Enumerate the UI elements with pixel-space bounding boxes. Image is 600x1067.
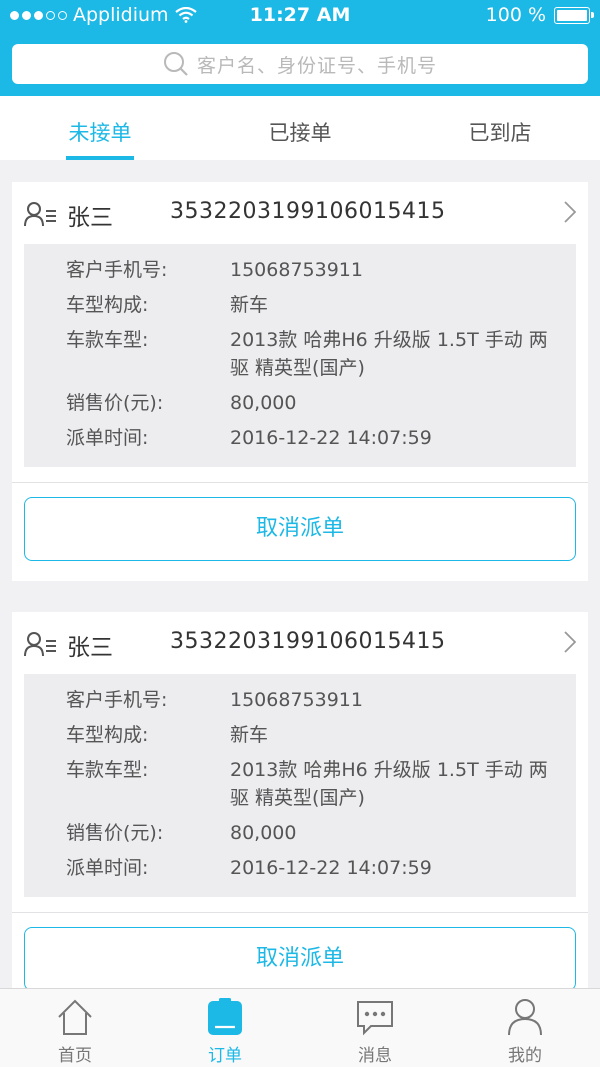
tab-label: 已接单 — [268, 121, 332, 145]
tabbar-item-messages[interactable]: 消息 — [300, 989, 450, 1067]
detail-value: 80,000 — [230, 822, 297, 844]
tab-arrived[interactable]: 已到店 — [400, 96, 600, 160]
id-number: 353220319910601541​5 — [170, 629, 446, 654]
bottom-tab-bar: 首页 订单 消息 我的 — [0, 988, 600, 1067]
divider — [12, 467, 588, 483]
detail-value: 2013款 哈弗H6 升级版 1.5T 手动 两驱 精英型(国产) — [230, 329, 548, 379]
detail-label: 销售价(元): — [66, 392, 164, 414]
order-card: 张三 353220319910601541​5 客户手机号: 1506875391… — [12, 612, 588, 1011]
tab-label: 未接单 — [68, 121, 132, 145]
cancel-dispatch-button[interactable]: 取消派单 — [24, 497, 576, 561]
detail-label: 客户手机号: — [66, 259, 168, 281]
detail-row: 客户手机号: 15068753911 — [24, 256, 576, 284]
tab-label: 已到店 — [468, 121, 532, 145]
user-list-icon — [24, 632, 56, 657]
message-icon — [357, 1001, 393, 1036]
home-icon — [58, 999, 92, 1035]
order-icon — [208, 998, 242, 1035]
chevron-right-icon[interactable] — [564, 201, 576, 223]
detail-value: 2016-12-22 14:07:59 — [230, 427, 432, 449]
detail-value: 15068753911 — [230, 689, 363, 711]
chevron-right-icon[interactable] — [564, 631, 576, 653]
tabbar-item-profile[interactable]: 我的 — [450, 989, 600, 1067]
detail-row: 销售价(元): 80,000 — [24, 389, 576, 417]
status-bar: Applidium 11:27 AM 100 % — [0, 0, 600, 32]
search-icon — [163, 52, 188, 76]
customer-name: 张三 — [67, 635, 113, 661]
detail-row: 车款车型: 2013款 哈弗H6 升级版 1.5T 手动 两驱 精英型(国产) — [24, 326, 576, 382]
id-number: 353220319910601541​5 — [170, 199, 446, 224]
order-details: 客户手机号: 15068753911 车型构成: 新车 车款车型: 2013款 哈弗H… — [24, 674, 576, 897]
active-tab-indicator — [66, 156, 134, 160]
detail-label: 客户手机号: — [66, 689, 168, 711]
detail-row: 派单时间: 2016-12-22 14:07:59 — [24, 424, 576, 452]
tab-accepted[interactable]: 已接单 — [200, 96, 400, 160]
detail-label: 车型构成: — [66, 724, 149, 746]
search-input[interactable]: 客户名、身份证号、手机号 — [12, 44, 588, 84]
customer-name: 张三 — [67, 205, 113, 231]
tabbar-item-orders[interactable]: 订单 — [150, 989, 300, 1067]
detail-row: 车型构成: 新车 — [24, 291, 576, 319]
tabbar-label: 订单 — [208, 1046, 242, 1066]
detail-row: 客户手机号: 15068753911 — [24, 686, 576, 714]
detail-row: 车款车型: 2013款 哈弗H6 升级版 1.5T 手动 两驱 精英型(国产) — [24, 756, 576, 812]
detail-value: 新车 — [230, 294, 269, 316]
detail-value: 80,000 — [230, 392, 297, 414]
order-status-tabs: 未接单 已接单 已到店 — [0, 96, 600, 160]
detail-label: 销售价(元): — [66, 822, 164, 844]
battery-icon — [554, 6, 594, 24]
detail-label: 派单时间: — [66, 427, 149, 449]
detail-label: 派单时间: — [66, 857, 149, 879]
order-details: 客户手机号: 15068753911 车型构成: 新车 车款车型: 2013款 哈弗H… — [24, 244, 576, 467]
detail-value: 2016-12-22 14:07:59 — [230, 857, 432, 879]
tabbar-label: 消息 — [358, 1046, 392, 1066]
detail-row: 派单时间: 2016-12-22 14:07:59 — [24, 854, 576, 882]
battery-percent: 100 % — [485, 4, 546, 26]
tabbar-label: 我的 — [508, 1046, 542, 1066]
divider — [12, 897, 588, 913]
detail-row: 销售价(元): 80,000 — [24, 819, 576, 847]
detail-label: 车款车型: — [66, 759, 149, 781]
detail-label: 车型构成: — [66, 294, 149, 316]
user-list-icon — [24, 202, 56, 227]
cancel-dispatch-button[interactable]: 取消派单 — [24, 927, 576, 991]
profile-icon — [508, 999, 542, 1036]
order-card-header[interactable]: 张三 353220319910601541​5 — [12, 182, 588, 244]
detail-value: 15068753911 — [230, 259, 363, 281]
tabbar-item-home[interactable]: 首页 — [0, 989, 150, 1067]
detail-value: 新车 — [230, 724, 269, 746]
tab-pending[interactable]: 未接单 — [0, 96, 200, 160]
detail-value: 2013款 哈弗H6 升级版 1.5T 手动 两驱 精英型(国产) — [230, 759, 548, 809]
detail-label: 车款车型: — [66, 329, 149, 351]
search-placeholder: 客户名、身份证号、手机号 — [196, 54, 437, 77]
order-card: 张三 353220319910601541​5 客户手机号: 1506875391… — [12, 182, 588, 581]
header: Applidium 11:27 AM 100 % 客户名、身份证号、手机号 — [0, 0, 600, 96]
order-card-header[interactable]: 张三 353220319910601541​5 — [12, 612, 588, 674]
tabbar-label: 首页 — [58, 1046, 92, 1066]
detail-row: 车型构成: 新车 — [24, 721, 576, 749]
